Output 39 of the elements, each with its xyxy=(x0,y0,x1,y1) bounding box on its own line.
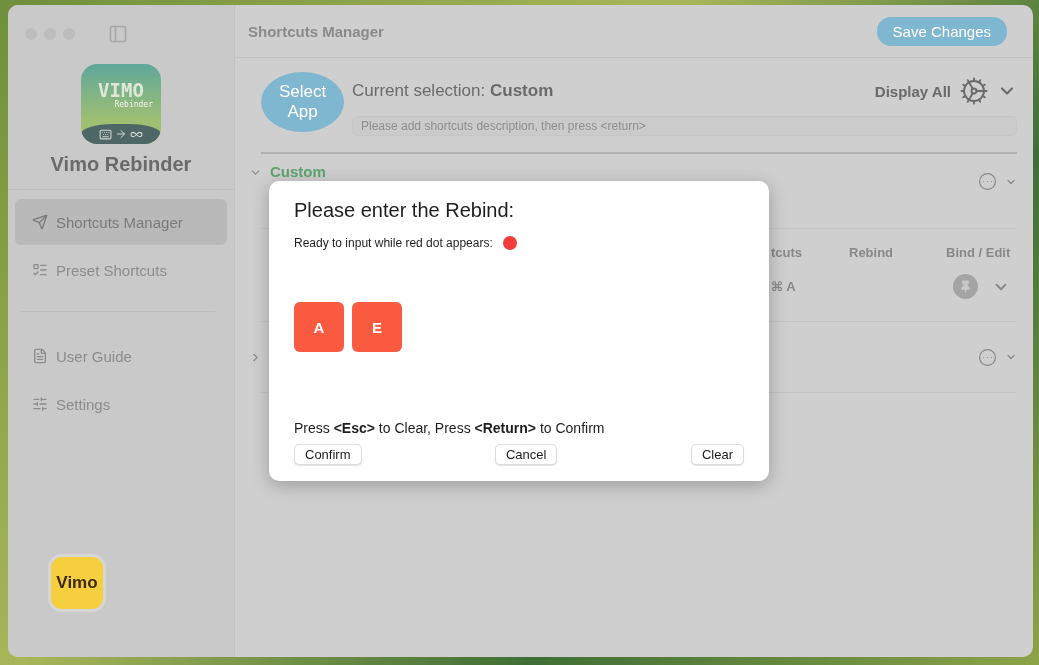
key-cap: E xyxy=(352,302,402,352)
sidebar-item-icon xyxy=(32,396,48,412)
current-selection-label: Current selection: Custom xyxy=(352,81,555,101)
pin-icon xyxy=(959,280,972,293)
dialog-button[interactable]: Confirm xyxy=(294,444,362,465)
logo-subtext: Rebinder xyxy=(114,100,153,109)
key-cap: A xyxy=(294,302,344,352)
pin-button[interactable] xyxy=(953,274,978,299)
save-changes-button[interactable]: Save Changes xyxy=(876,16,1007,46)
section-title: Custom xyxy=(270,163,327,180)
display-mode-label[interactable]: Display All xyxy=(874,82,951,100)
status-text: Ready to input while red dot appears: xyxy=(294,236,493,250)
arrow-icon xyxy=(115,128,127,140)
sidebar-item[interactable]: Settings xyxy=(15,381,227,427)
sidebar-item[interactable]: User Guide xyxy=(15,333,227,379)
hint-text: Press <Esc> to Clear, Press <Return> to Confirm xyxy=(294,420,606,436)
column-header: Bind / Edit xyxy=(946,245,1012,260)
app-name: Vimo Rebinder xyxy=(8,153,234,190)
column-header: Rebind xyxy=(849,245,895,260)
sidebar-item-icon xyxy=(32,348,48,364)
dialog-button[interactable]: Clear xyxy=(690,444,744,465)
column-header: tcuts xyxy=(771,245,804,260)
dialog-button[interactable]: Cancel xyxy=(495,444,558,465)
shortcut-keys: ⌘ A xyxy=(771,279,849,294)
logo-text: VIMO xyxy=(98,81,144,100)
keyboard-icon xyxy=(99,127,112,141)
gear-icon[interactable] xyxy=(959,76,989,106)
sidebar-toggle-icon[interactable] xyxy=(108,24,128,44)
sidebar-item[interactable]: Shortcuts Manager xyxy=(15,199,227,245)
window-title: Shortcuts Manager xyxy=(248,22,384,40)
select-app-button[interactable]: Select App xyxy=(261,72,344,132)
sidebar-item-icon xyxy=(32,262,48,278)
sidebar-item[interactable]: Preset Shortcuts xyxy=(15,247,227,293)
sidebar-item-icon xyxy=(32,214,48,230)
more-icon[interactable] xyxy=(978,347,997,367)
app-badge[interactable]: Vimo xyxy=(48,554,106,612)
dialog-title: Please enter the Rebind: xyxy=(294,199,516,222)
more-icon[interactable] xyxy=(978,172,997,191)
description-field[interactable]: Please add shortcuts description, then press <return> xyxy=(352,116,1017,136)
